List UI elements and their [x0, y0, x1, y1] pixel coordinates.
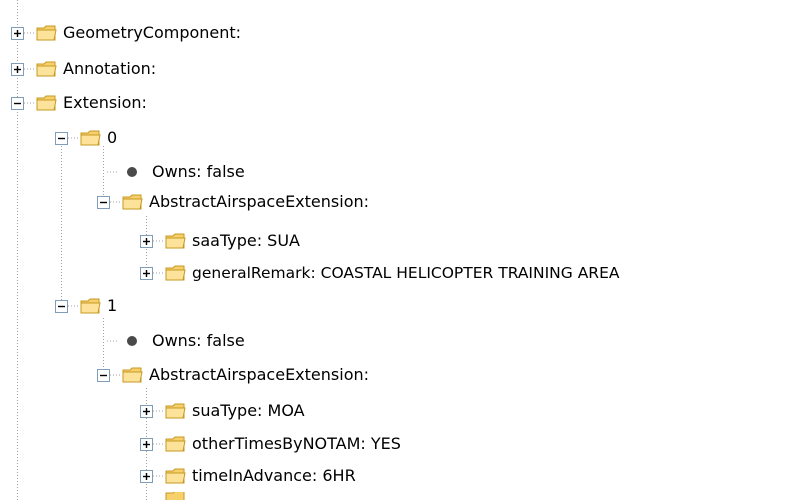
tree-node-label[interactable]: timeInAdvance: 6HR	[192, 462, 356, 490]
tree-node-label[interactable]: otherTimesByNOTAM: YES	[192, 430, 401, 458]
minus-box-icon[interactable]	[97, 195, 110, 209]
folder-icon	[122, 194, 143, 210]
connector-line	[107, 171, 119, 173]
connector-line	[153, 475, 165, 477]
tree-node-partial	[140, 492, 186, 500]
tree-node[interactable]: suaType: MOA	[140, 397, 305, 425]
tree-node-label[interactable]: 1	[107, 292, 117, 320]
connector-line	[153, 240, 165, 242]
connector-line	[153, 410, 165, 412]
tree-node[interactable]: AbstractAirspaceExtension:	[97, 188, 369, 216]
tree-node[interactable]: Extension:	[11, 89, 147, 117]
folder-icon	[165, 233, 186, 249]
connector-line	[24, 102, 36, 104]
tree-node-label[interactable]: Extension:	[63, 89, 147, 117]
tree-node[interactable]: Owns: false	[104, 158, 245, 186]
tree-node-label[interactable]: AbstractAirspaceExtension:	[149, 361, 369, 389]
folder-icon	[80, 130, 101, 146]
tree-node-label[interactable]: GeometryComponent:	[63, 19, 241, 47]
bullet-icon	[122, 331, 142, 351]
tree-node-label[interactable]: Owns: false	[152, 158, 245, 186]
plus-box-icon[interactable]	[140, 404, 153, 418]
folder-icon	[165, 403, 186, 419]
minus-box-icon[interactable]	[97, 368, 110, 382]
connector-line	[24, 32, 36, 34]
tree-node[interactable]: AbstractAirspaceExtension:	[97, 361, 369, 389]
folder-icon	[80, 298, 101, 314]
connector-line	[68, 305, 80, 307]
plus-box-icon[interactable]	[140, 266, 153, 280]
connector-line	[110, 374, 122, 376]
tree-node-label[interactable]: AbstractAirspaceExtension:	[149, 188, 369, 216]
tree-node-label[interactable]: Owns: false	[152, 327, 245, 355]
connector-line	[107, 340, 119, 342]
plus-box-icon[interactable]	[140, 437, 153, 451]
tree-node[interactable]: 1	[55, 292, 117, 320]
folder-icon	[165, 492, 185, 500]
tree-node-label[interactable]: Annotation:	[63, 55, 156, 83]
plus-box-icon[interactable]	[11, 26, 24, 40]
folder-icon	[36, 95, 57, 111]
folder-icon	[165, 265, 186, 281]
tree-node[interactable]: otherTimesByNOTAM: YES	[140, 430, 401, 458]
minus-box-icon[interactable]	[11, 96, 24, 110]
tree-node[interactable]: generalRemark: COASTAL HELICOPTER TRAINI…	[140, 259, 619, 287]
tree-node[interactable]: timeInAdvance: 6HR	[140, 462, 356, 490]
tree-node-label[interactable]: suaType: MOA	[192, 397, 305, 425]
folder-icon	[36, 61, 57, 77]
tree-node[interactable]: Annotation:	[11, 55, 156, 83]
tree-node-label[interactable]: 0	[107, 124, 117, 152]
plus-box-icon[interactable]	[11, 62, 24, 76]
tree-node[interactable]: 0	[55, 124, 117, 152]
connector-line	[110, 201, 122, 203]
tree-node[interactable]: saaType: SUA	[140, 227, 300, 255]
folder-icon	[122, 367, 143, 383]
connector-line	[68, 137, 80, 139]
connector-line	[153, 443, 165, 445]
tree-node-label[interactable]: generalRemark: COASTAL HELICOPTER TRAINI…	[192, 259, 619, 287]
folder-icon	[165, 436, 186, 452]
tree-node-label[interactable]: saaType: SUA	[192, 227, 300, 255]
folder-icon	[36, 25, 57, 41]
connector-line	[153, 272, 165, 274]
folder-icon	[165, 468, 186, 484]
tree-view: GeometryComponent: Annotation: Extension…	[0, 0, 791, 500]
bullet-icon	[122, 162, 142, 182]
minus-box-icon[interactable]	[55, 299, 68, 313]
tree-node[interactable]: GeometryComponent:	[11, 19, 241, 47]
tree-node[interactable]: Owns: false	[104, 327, 245, 355]
plus-box-icon[interactable]	[140, 234, 153, 248]
plus-box-icon[interactable]	[140, 469, 153, 483]
minus-box-icon[interactable]	[55, 131, 68, 145]
connector-line	[24, 68, 36, 70]
